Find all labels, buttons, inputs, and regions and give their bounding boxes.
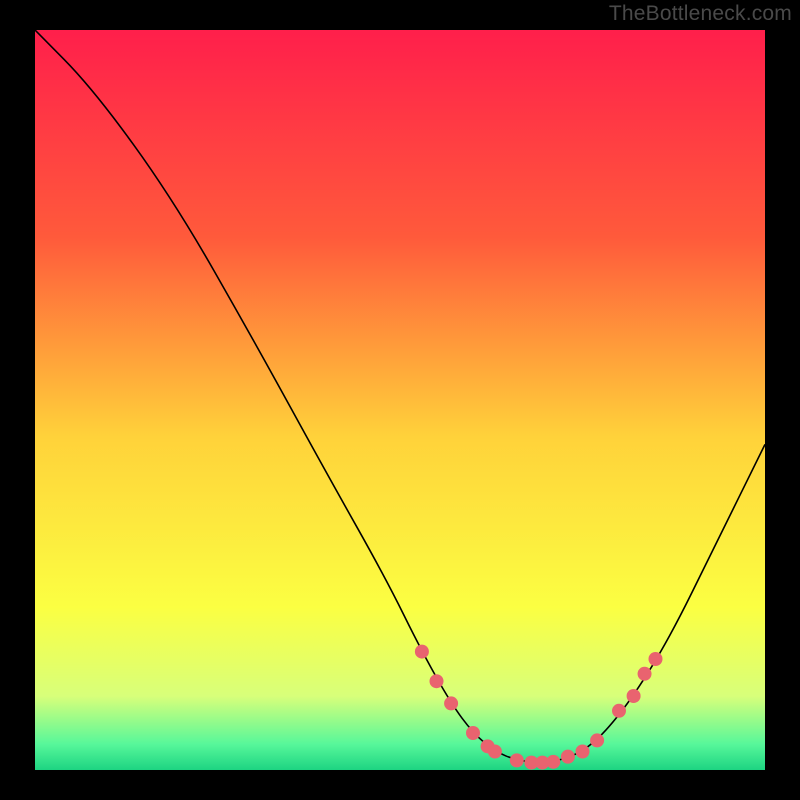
chart-root: TheBottleneck.com — [0, 0, 800, 800]
curve-marker — [415, 645, 429, 659]
curve-marker — [638, 667, 652, 681]
chart-svg — [35, 30, 765, 770]
curve-marker — [612, 704, 626, 718]
curve-marker — [466, 726, 480, 740]
curve-marker — [576, 745, 590, 759]
watermark-label: TheBottleneck.com — [609, 2, 792, 26]
curve-marker — [546, 755, 560, 769]
curve-marker — [590, 733, 604, 747]
plot-area — [35, 30, 765, 770]
curve-marker — [430, 674, 444, 688]
curve-marker — [627, 689, 641, 703]
curve-marker — [488, 745, 502, 759]
curve-marker — [444, 696, 458, 710]
curve-marker — [510, 753, 524, 767]
curve-marker — [649, 652, 663, 666]
curve-marker — [561, 750, 575, 764]
